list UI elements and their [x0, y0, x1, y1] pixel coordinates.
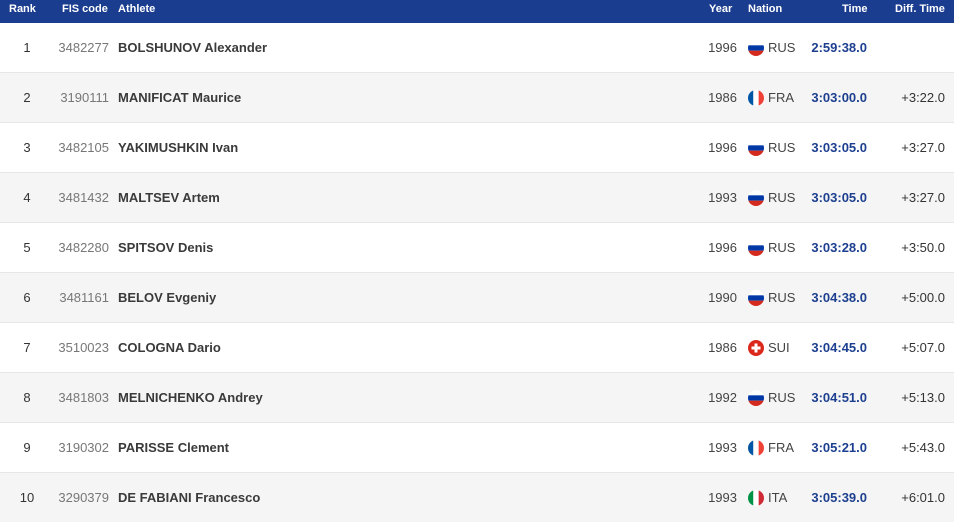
- athlete-name[interactable]: COLOGNA Dario: [118, 340, 221, 355]
- fis-code-cell: 3482280: [58, 240, 109, 255]
- fis-code-cell: 3190302: [58, 440, 109, 455]
- year-cell: 1996: [708, 240, 737, 255]
- time-cell: 3:04:51.0: [811, 390, 867, 405]
- fis-code-cell: 3290379: [58, 490, 109, 505]
- header-rank[interactable]: Rank: [9, 3, 36, 15]
- header-time[interactable]: Time: [842, 3, 867, 15]
- time-cell: 3:05:39.0: [811, 490, 867, 505]
- fis-code-cell: 3481161: [59, 290, 109, 305]
- year-cell: 1996: [708, 40, 737, 55]
- athlete-name[interactable]: PARISSE Clement: [118, 440, 229, 455]
- time-cell: 3:03:28.0: [811, 240, 867, 255]
- athlete-name[interactable]: YAKIMUSHKIN Ivan: [118, 140, 238, 155]
- flag-ita-icon: [748, 490, 764, 506]
- table-row[interactable]: 4 3481432 MALTSEV Artem 1993 RUS 3:03:05…: [0, 173, 954, 223]
- year-cell: 1990: [708, 290, 737, 305]
- results-table: Rank FIS code Athlete Year Nation Time D…: [0, 0, 954, 522]
- fis-code-cell: 3481432: [58, 190, 109, 205]
- flag-rus-icon: [748, 240, 764, 256]
- diff-time-cell: +5:43.0: [901, 440, 945, 455]
- time-cell: 3:03:05.0: [811, 190, 867, 205]
- table-row[interactable]: 10 3290379 DE FABIANI Francesco 1993 ITA…: [0, 473, 954, 522]
- year-cell: 1993: [708, 490, 737, 505]
- rank-cell: 8: [23, 390, 31, 405]
- diff-time-cell: +5:00.0: [901, 290, 945, 305]
- rank-cell: 6: [23, 290, 31, 305]
- time-cell: 3:04:45.0: [811, 340, 867, 355]
- athlete-name[interactable]: BELOV Evgeniy: [118, 290, 216, 305]
- header-diff-time[interactable]: Diff. Time: [895, 3, 945, 15]
- rank-cell: 2: [23, 90, 31, 105]
- diff-time-cell: +3:27.0: [901, 190, 945, 205]
- diff-time-cell: +3:50.0: [901, 240, 945, 255]
- flag-fra-icon: [748, 440, 764, 456]
- table-row[interactable]: 8 3481803 MELNICHENKO Andrey 1992 RUS 3:…: [0, 373, 954, 423]
- table-row[interactable]: 3 3482105 YAKIMUSHKIN Ivan 1996 RUS 3:03…: [0, 123, 954, 173]
- table-row[interactable]: 7 3510023 COLOGNA Dario 1986 SUI 3:04:45…: [0, 323, 954, 373]
- athlete-name[interactable]: MELNICHENKO Andrey: [118, 390, 263, 405]
- flag-rus-icon: [748, 140, 764, 156]
- diff-time-cell: +5:13.0: [901, 390, 945, 405]
- rank-cell: 10: [19, 490, 35, 505]
- rank-cell: 9: [23, 440, 31, 455]
- athlete-name[interactable]: BOLSHUNOV Alexander: [118, 40, 267, 55]
- athlete-name[interactable]: MALTSEV Artem: [118, 190, 220, 205]
- table-row[interactable]: 2 3190111 MANIFICAT Maurice 1986 FRA 3:0…: [0, 73, 954, 123]
- nation-cell: SUI: [768, 340, 790, 355]
- time-cell: 3:03:05.0: [811, 140, 867, 155]
- flag-fra-icon: [748, 90, 764, 106]
- year-cell: 1993: [708, 190, 737, 205]
- table-row[interactable]: 5 3482280 SPITSOV Denis 1996 RUS 3:03:28…: [0, 223, 954, 273]
- flag-rus-icon: [748, 40, 764, 56]
- table-row[interactable]: 9 3190302 PARISSE Clement 1993 FRA 3:05:…: [0, 423, 954, 473]
- header-nation[interactable]: Nation: [748, 3, 782, 15]
- fis-code-cell: 3482277: [58, 40, 109, 55]
- year-cell: 1986: [708, 90, 737, 105]
- diff-time-cell: +3:27.0: [901, 140, 945, 155]
- fis-code-cell: 3482105: [58, 140, 109, 155]
- diff-time-cell: +3:22.0: [901, 90, 945, 105]
- athlete-name[interactable]: MANIFICAT Maurice: [118, 90, 241, 105]
- athlete-name[interactable]: DE FABIANI Francesco: [118, 490, 260, 505]
- diff-time-cell: +5:07.0: [901, 340, 945, 355]
- rank-cell: 3: [23, 140, 31, 155]
- table-row[interactable]: 1 3482277 BOLSHUNOV Alexander 1996 RUS 2…: [0, 23, 954, 73]
- fis-code-cell: 3190111: [60, 90, 109, 105]
- time-cell: 3:04:38.0: [811, 290, 867, 305]
- diff-time-cell: +6:01.0: [901, 490, 945, 505]
- rank-cell: 4: [23, 190, 31, 205]
- athlete-name[interactable]: SPITSOV Denis: [118, 240, 213, 255]
- fis-code-cell: 3510023: [58, 340, 109, 355]
- fis-code-cell: 3481803: [58, 390, 109, 405]
- table-header: Rank FIS code Athlete Year Nation Time D…: [0, 0, 954, 23]
- flag-rus-icon: [748, 290, 764, 306]
- year-cell: 1996: [708, 140, 737, 155]
- year-cell: 1986: [708, 340, 737, 355]
- header-athlete[interactable]: Athlete: [118, 3, 155, 15]
- header-fis-code[interactable]: FIS code: [62, 3, 108, 15]
- rank-cell: 5: [23, 240, 31, 255]
- rank-cell: 7: [23, 340, 31, 355]
- flag-rus-icon: [748, 190, 764, 206]
- year-cell: 1992: [708, 390, 737, 405]
- time-cell: 3:05:21.0: [811, 440, 867, 455]
- time-cell: 3:03:00.0: [811, 90, 867, 105]
- flag-rus-icon: [748, 390, 764, 406]
- header-year[interactable]: Year: [709, 3, 732, 15]
- nation-cell: ITA: [768, 490, 788, 505]
- rank-cell: 1: [23, 40, 31, 55]
- table-body: 1 3482277 BOLSHUNOV Alexander 1996 RUS 2…: [0, 23, 954, 522]
- time-cell: 2:59:38.0: [811, 40, 867, 55]
- flag-sui-icon: [748, 340, 764, 356]
- year-cell: 1993: [708, 440, 737, 455]
- table-row[interactable]: 6 3481161 BELOV Evgeniy 1990 RUS 3:04:38…: [0, 273, 954, 323]
